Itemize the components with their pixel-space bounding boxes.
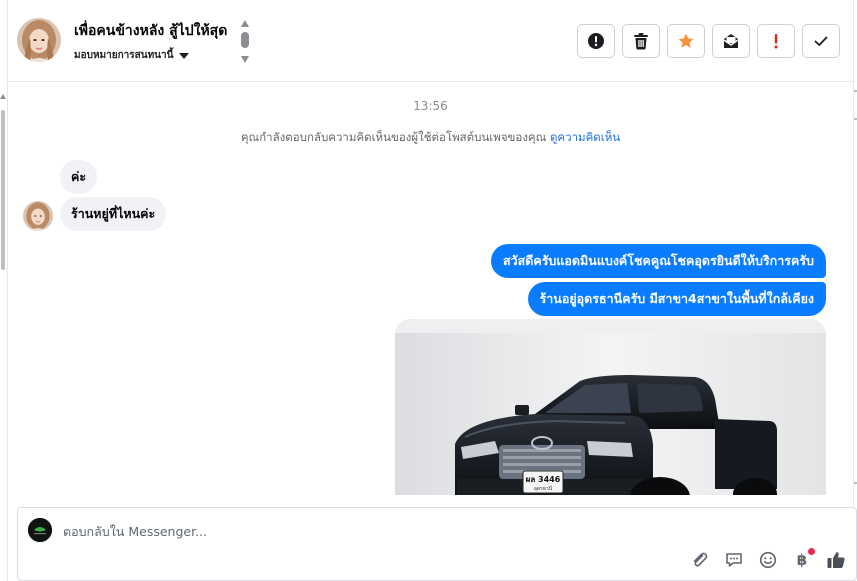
reply-input[interactable]: ตอบกลับใน Messenger...	[63, 522, 207, 542]
incoming-message[interactable]: ค่ะ	[60, 160, 98, 194]
info-button[interactable]	[577, 24, 615, 58]
attach-icon	[693, 552, 708, 567]
outgoing-message[interactable]: สวัสดีครับแอดมินแบงค์โชคคูณโชคอุดรยินดีใ…	[490, 244, 826, 278]
mark-unread-icon	[723, 34, 739, 48]
assign-label: มอบหมายการสนทนานี้	[74, 50, 174, 61]
page-avatar	[28, 518, 52, 542]
previous-conversation-icon[interactable]	[241, 20, 249, 27]
composer-tools: ฿	[690, 548, 846, 570]
contact-name[interactable]: เพื่อคนข้างหลัง สู้ไปให้สุด	[74, 20, 227, 42]
right-scroll-frame	[853, 0, 857, 581]
scroll-up-arrow[interactable]	[0, 94, 6, 99]
message-thread[interactable]: 13:56 คุณกำลังตอบกลับความคิดเห็นของผู้ใช…	[8, 83, 853, 495]
message-timestamp: 13:56	[413, 99, 448, 113]
trash-icon	[634, 33, 648, 50]
contact-avatar[interactable]	[17, 18, 61, 62]
like-button[interactable]	[826, 550, 846, 570]
left-scroll-frame	[0, 0, 8, 581]
notification-dot	[808, 548, 815, 555]
mark-spam-button[interactable]	[757, 24, 795, 58]
incoming-message[interactable]: ร้านหยู่ที่ไหนค่ะ	[60, 197, 167, 231]
next-conversation-icon[interactable]	[241, 56, 249, 63]
star-button[interactable]	[667, 24, 705, 58]
spam-exclamation-icon	[774, 34, 778, 49]
reply-composer[interactable]: ตอบกลับใน Messenger... ฿	[17, 507, 857, 581]
star-icon	[678, 33, 694, 48]
exclamation-circle-icon	[588, 33, 604, 49]
view-comment-link[interactable]: ดูความคิดเห็น	[550, 130, 620, 144]
saved-replies-icon	[726, 553, 742, 567]
chevron-down-icon	[179, 52, 190, 59]
attach-button[interactable]	[690, 550, 710, 570]
check-done-icon	[814, 36, 828, 46]
outgoing-message[interactable]: ร้านอยู่อุดรธานีครับ มีสาขา4สาขาในพื้นที…	[527, 282, 826, 316]
conversation-header: เพื่อคนข้างหลัง สู้ไปให้สุด มอบหมายการสน…	[8, 0, 853, 82]
payment-baht-icon: ฿	[796, 551, 808, 569]
saved-replies-button[interactable]	[724, 550, 744, 570]
shared-photo-pickup-truck[interactable]: ผล 3446 อุดรธานี	[395, 319, 826, 495]
sender-avatar[interactable]	[23, 201, 53, 231]
assign-conversation-dropdown[interactable]: มอบหมายการสนทนานี้	[74, 48, 190, 63]
mark-unread-button[interactable]	[712, 24, 750, 58]
conversation-nav-stepper[interactable]	[239, 20, 251, 66]
license-plate-province: อุดรธานี	[534, 485, 553, 492]
license-plate-text: ผล 3446	[526, 475, 561, 484]
like-thumb-icon	[827, 552, 845, 568]
payment-button[interactable]: ฿	[792, 548, 815, 570]
emoji-icon	[759, 551, 777, 569]
left-scrollbar-thumb[interactable]	[1, 110, 5, 270]
delete-button[interactable]	[622, 24, 660, 58]
emoji-button[interactable]	[758, 550, 778, 570]
header-action-buttons	[577, 24, 840, 58]
comment-reply-notice: คุณกำลังตอบกลับความคิดเห็นของผู้ใช้ต่อโพ…	[8, 129, 853, 147]
stepper-handle[interactable]	[241, 32, 249, 48]
notice-text: คุณกำลังตอบกลับความคิดเห็นของผู้ใช้ต่อโพ…	[240, 130, 547, 144]
mark-done-button[interactable]	[802, 24, 840, 58]
